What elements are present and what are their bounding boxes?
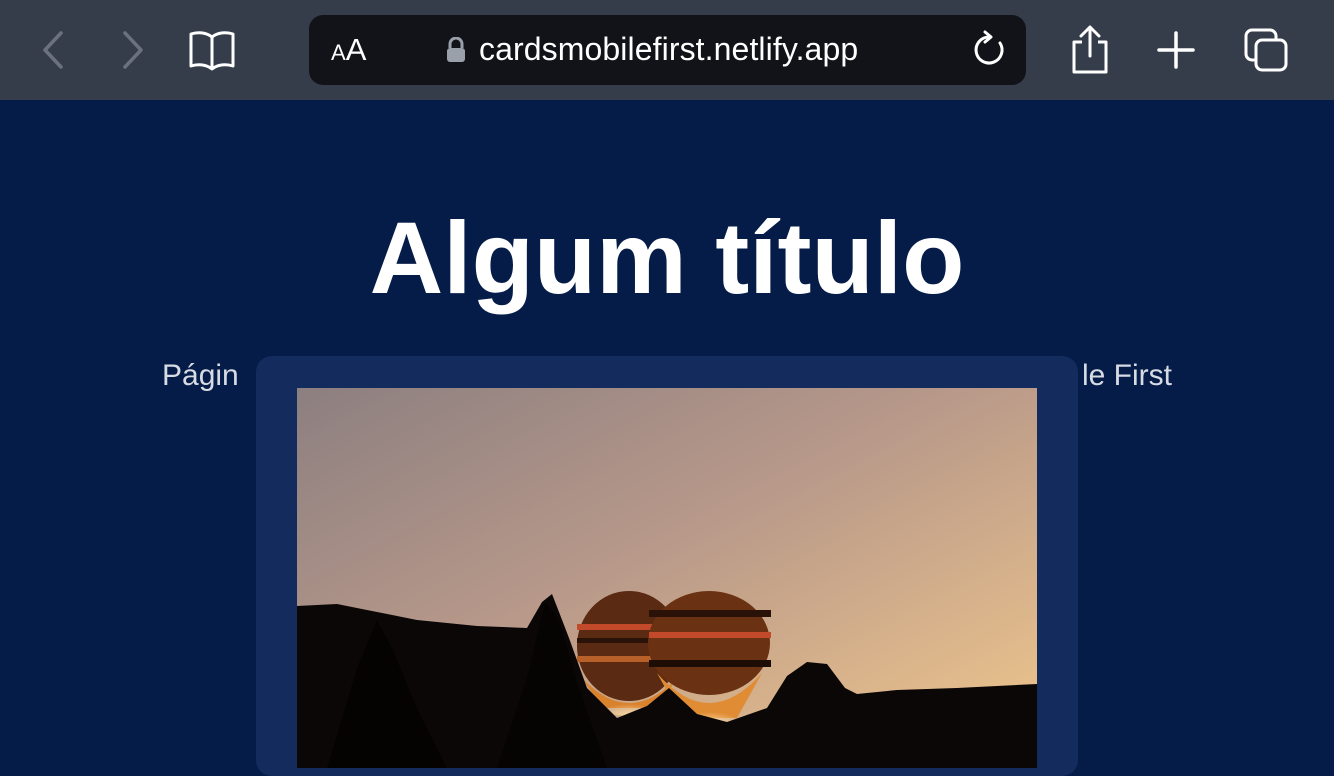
share-button[interactable] [1062, 22, 1118, 78]
reader-options-button[interactable]: AA [331, 32, 366, 68]
back-button[interactable] [26, 22, 82, 78]
forward-button[interactable] [104, 22, 160, 78]
chevron-right-icon [123, 31, 143, 69]
plus-icon [1157, 31, 1195, 69]
browser-toolbar: AA cardsmobilefirst.netlify.app [0, 0, 1334, 100]
page-title: Algum título [369, 201, 965, 315]
book-icon [189, 31, 235, 71]
subtitle-start: Págin [162, 359, 239, 392]
bookmarks-button[interactable] [184, 22, 240, 78]
share-icon [1072, 25, 1108, 74]
lock-icon [447, 37, 465, 62]
url-text: cardsmobilefirst.netlify.app [479, 31, 859, 67]
address-bar[interactable]: AA cardsmobilefirst.netlify.app [309, 15, 1026, 85]
tabs-icon [1244, 28, 1288, 72]
hot-air-balloons-image [297, 388, 1037, 768]
reload-icon[interactable] [969, 29, 1009, 71]
tabs-overview-button[interactable] [1238, 22, 1294, 78]
new-tab-button[interactable] [1148, 22, 1204, 78]
chevron-left-icon [43, 31, 63, 69]
card [256, 356, 1078, 776]
card-image [297, 388, 1037, 768]
subtitle-end: le First [1082, 359, 1172, 392]
